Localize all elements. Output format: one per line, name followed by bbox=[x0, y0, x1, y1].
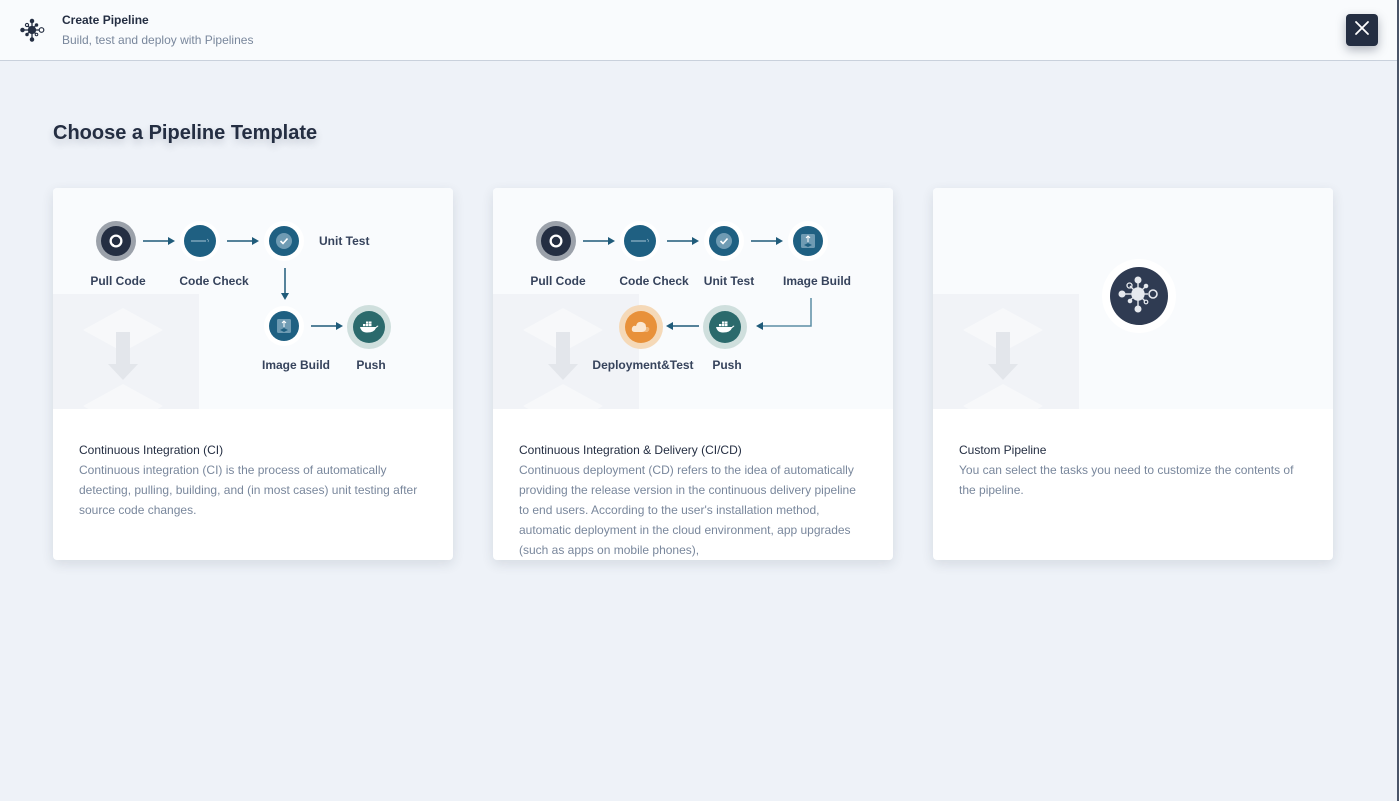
step-push bbox=[347, 305, 391, 349]
step-label: Image Build bbox=[782, 274, 852, 288]
check-icon bbox=[709, 226, 739, 256]
close-icon bbox=[1354, 20, 1370, 41]
step-label: Push bbox=[712, 358, 742, 372]
template-name: Custom Pipeline bbox=[959, 443, 1047, 457]
card-diagram bbox=[933, 188, 1333, 409]
template-card-cicd[interactable]: Pull Code Code Check Unit Test Image Bui… bbox=[493, 188, 893, 560]
template-description: Continuous integration (CI) is the proce… bbox=[79, 463, 418, 517]
sonarqube-icon bbox=[624, 225, 656, 257]
template-description: Continuous deployment (CD) refers to the… bbox=[519, 463, 856, 557]
pipeline-icon bbox=[20, 18, 46, 44]
step-label: Push bbox=[356, 358, 386, 372]
template-card-ci[interactable]: Pull Code Code Check Unit Test Image Bui… bbox=[53, 188, 453, 560]
step-image-build bbox=[264, 306, 304, 346]
docker-icon bbox=[353, 311, 385, 343]
custom-pipeline-node bbox=[1102, 259, 1176, 333]
github-icon bbox=[101, 226, 131, 256]
docker-icon bbox=[709, 311, 741, 343]
step-code-check bbox=[620, 221, 660, 261]
step-pull-code bbox=[96, 221, 136, 261]
step-unit-test bbox=[704, 221, 744, 261]
card-diagram: Pull Code Code Check Unit Test Image Bui… bbox=[493, 188, 893, 409]
step-label: Deployment&Test bbox=[592, 358, 694, 372]
header-subtitle: Build, test and deploy with Pipelines bbox=[62, 33, 254, 47]
github-icon bbox=[541, 226, 571, 256]
cloud-icon bbox=[625, 311, 657, 343]
close-button[interactable] bbox=[1346, 14, 1378, 46]
step-image-build bbox=[788, 221, 828, 261]
template-description: You can select the tasks you need to cus… bbox=[959, 463, 1294, 497]
header-bar: Create Pipeline Build, test and deploy w… bbox=[0, 0, 1397, 61]
step-deployment-test bbox=[619, 305, 663, 349]
template-name: Continuous Integration (CI) bbox=[79, 443, 224, 457]
step-label: Unit Test bbox=[703, 274, 755, 288]
header-title: Create Pipeline bbox=[62, 13, 149, 27]
step-label: Image Build bbox=[261, 358, 331, 372]
pipeline-icon bbox=[1110, 267, 1168, 325]
image-build-icon bbox=[269, 311, 299, 341]
template-name: Continuous Integration & Delivery (CI/CD… bbox=[519, 443, 742, 457]
step-push bbox=[703, 305, 747, 349]
card-diagram: Pull Code Code Check Unit Test Image Bui… bbox=[53, 188, 453, 409]
check-icon bbox=[269, 226, 299, 256]
step-code-check bbox=[180, 221, 220, 261]
template-card-custom[interactable]: Custom Pipeline You can select the tasks… bbox=[933, 188, 1333, 560]
card-decoration bbox=[933, 294, 1079, 409]
step-label: Code Check bbox=[619, 274, 689, 288]
page-title: Choose a Pipeline Template bbox=[53, 122, 318, 144]
step-unit-test bbox=[264, 221, 304, 261]
step-label: Code Check bbox=[179, 274, 249, 288]
step-label: Unit Test bbox=[319, 234, 370, 248]
step-label: Pull Code bbox=[530, 274, 586, 288]
step-label: Pull Code bbox=[90, 274, 146, 288]
step-pull-code bbox=[536, 221, 576, 261]
sonarqube-icon bbox=[184, 225, 216, 257]
image-build-icon bbox=[793, 226, 823, 256]
